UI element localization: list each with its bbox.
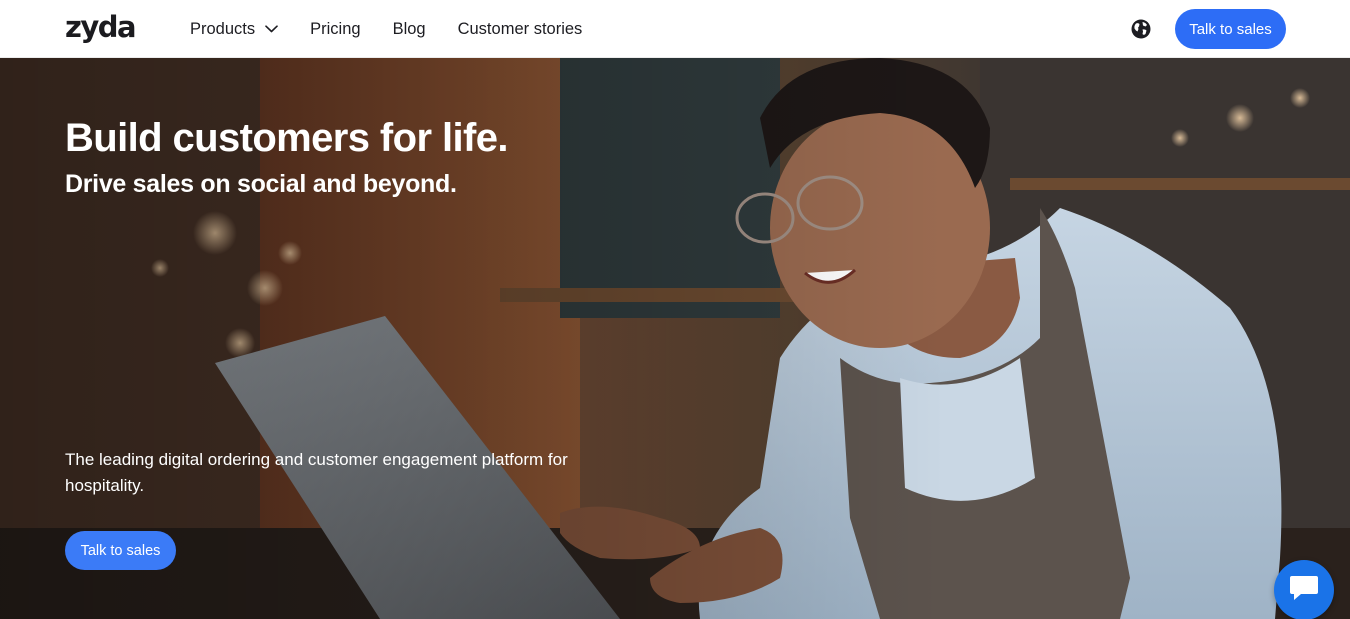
nav-item-blog[interactable]: Blog xyxy=(393,20,426,39)
nav-item-products-label: Products xyxy=(190,19,256,38)
main-nav: Products Pricing Blog Customer stories xyxy=(190,0,614,58)
chat-bubble-icon xyxy=(1288,573,1320,608)
chevron-down-icon xyxy=(265,25,278,33)
zyda-logo[interactable]: zyda xyxy=(65,11,137,43)
hero-description: The leading digital ordering and custome… xyxy=(65,450,568,495)
talk-to-sales-button-header[interactable]: Talk to sales xyxy=(1175,9,1286,49)
nav-item-pricing[interactable]: Pricing xyxy=(310,20,360,39)
hero-headline: Build customers for life. xyxy=(65,116,508,160)
nav-item-customer-stories[interactable]: Customer stories xyxy=(458,20,583,39)
chat-widget-button[interactable] xyxy=(1274,560,1334,619)
hero-subheadline: Drive sales on social and beyond. xyxy=(65,170,457,198)
hero-section: Build customers for life. Drive sales on… xyxy=(0,58,1350,619)
top-navigation: zyda Products Pricing Blog Customer stor… xyxy=(0,0,1350,58)
nav-item-products[interactable]: Products xyxy=(190,20,278,39)
talk-to-sales-button-hero[interactable]: Talk to sales xyxy=(65,531,176,570)
globe-icon[interactable] xyxy=(1130,18,1152,40)
